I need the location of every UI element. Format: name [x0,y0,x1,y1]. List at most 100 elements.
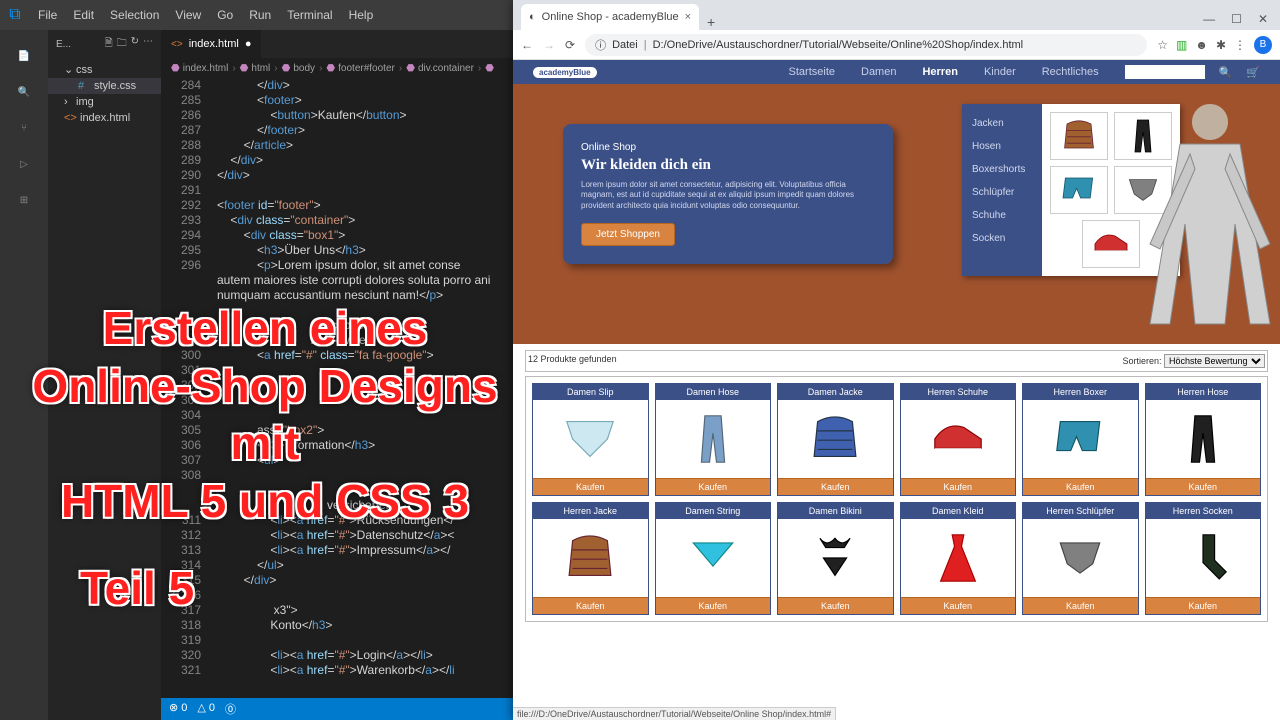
explorer-sidebar: E... 🗎 🗀 ↻ ⋯ ⌄css#style.css›img<>index.h… [48,30,161,720]
menu-icon[interactable]: ⋮ [1234,38,1246,52]
product-title: Herren Socken [1146,503,1261,519]
product-card: Herren Schuhe Kaufen [900,383,1017,496]
file-style.css[interactable]: #style.css [48,78,161,94]
hero-kicker: Online Shop [581,142,875,153]
close-tab-icon[interactable]: × [685,11,691,23]
menu-view[interactable]: View [167,8,209,22]
buy-button[interactable]: Kaufen [1146,478,1261,495]
nav-forward-icon[interactable]: → [543,38,555,52]
category-jacken[interactable]: Jacken [962,112,1042,135]
product-image [1146,400,1261,478]
menu-help[interactable]: Help [341,8,382,22]
more-icon[interactable]: ⋯ [143,36,153,53]
brand-logo[interactable]: academyBlue [533,67,597,78]
category-schlüpfer[interactable]: Schlüpfer [962,181,1042,204]
webpage: academyBlue Startseite Damen Herren Kinder R… [513,60,1280,720]
vscode-logo-icon: ⧉ [0,6,30,24]
product-card: Damen Jacke Kaufen [777,383,894,496]
tab-label: index.html [189,38,239,50]
minimize-icon[interactable]: — [1203,12,1215,26]
buy-button[interactable]: Kaufen [533,478,648,495]
product-image [901,400,1016,478]
product-image [656,400,771,478]
product-title: Herren Schlüpfer [1023,503,1138,519]
nav-rechtliches[interactable]: Rechtliches [1042,66,1099,78]
maximize-icon[interactable]: ☐ [1231,12,1242,26]
buy-button[interactable]: Kaufen [656,478,771,495]
globe-icon: ◐ [529,11,536,23]
thumb-boxer[interactable] [1050,166,1108,214]
refresh-icon[interactable]: ↻ [131,36,139,53]
new-file-icon[interactable]: 🗎 [105,36,113,53]
search-input[interactable] [1125,65,1205,79]
product-image [533,519,648,597]
browser-status-text: file:///D:/OneDrive/Austauschordner/Tuto… [513,707,836,720]
star-icon[interactable]: ☆ [1157,38,1168,52]
product-card: Herren Schlüpfer Kaufen [1022,502,1139,615]
buy-button[interactable]: Kaufen [778,478,893,495]
dirty-indicator-icon: ● [245,38,252,50]
product-image [1023,519,1138,597]
extensions-icon[interactable]: ✱ [1216,38,1226,52]
html-file-icon: <> [171,39,183,50]
search-icon[interactable]: 🔍 [12,80,36,104]
nav-back-icon[interactable]: ← [521,38,533,52]
product-title: Herren Boxer [1023,384,1138,400]
menu-selection[interactable]: Selection [102,8,167,22]
nav-herren[interactable]: Herren [922,66,957,78]
shop-now-button[interactable]: Jetzt Shoppen [581,223,675,246]
buy-button[interactable]: Kaufen [1023,478,1138,495]
address-bar[interactable]: ⓘ Datei | D:/OneDrive/Austauschordner/Tu… [585,34,1147,56]
search-icon[interactable]: 🔍 [1219,66,1233,79]
new-folder-icon[interactable]: 🗀 [117,36,127,53]
buy-button[interactable]: Kaufen [901,478,1016,495]
nav-damen[interactable]: Damen [861,66,896,78]
run-icon[interactable]: ▷ [12,152,36,176]
profile-avatar[interactable]: B [1254,36,1272,54]
close-window-icon[interactable]: ✕ [1258,12,1268,26]
reload-icon[interactable]: ⟳ [565,38,575,52]
menu-edit[interactable]: Edit [65,8,102,22]
browser-tab[interactable]: ◐ Online Shop - academyBlue × [521,4,699,30]
cart-icon[interactable]: 🛒 [1246,66,1260,79]
buy-button[interactable]: Kaufen [901,597,1016,614]
folder-css[interactable]: ⌄css [48,61,161,78]
sort-select[interactable]: Höchste Bewertung [1164,354,1265,368]
menu-run[interactable]: Run [241,8,279,22]
nav-kinder[interactable]: Kinder [984,66,1016,78]
product-title: Damen Jacke [778,384,893,400]
buy-button[interactable]: Kaufen [656,597,771,614]
activity-bar: 📄 🔍 ⑂ ▷ ⊞ [0,30,48,720]
site-nav: academyBlue Startseite Damen Herren Kinder R… [513,60,1280,84]
product-card: Herren Socken Kaufen [1145,502,1262,615]
buy-button[interactable]: Kaufen [1023,597,1138,614]
menu-go[interactable]: Go [209,8,241,22]
thumb-puffer-brown[interactable] [1050,112,1108,160]
buy-button[interactable]: Kaufen [778,597,893,614]
source-control-icon[interactable]: ⑂ [12,116,36,140]
new-tab-button[interactable]: + [699,14,723,30]
buy-button[interactable]: Kaufen [1146,597,1261,614]
product-card: Herren Jacke Kaufen [532,502,649,615]
category-hosen[interactable]: Hosen [962,135,1042,158]
extensions-icon[interactable]: ⊞ [12,188,36,212]
hero-card: Online Shop Wir kleiden dich ein Lorem i… [563,124,893,264]
ext1-icon[interactable]: ▥ [1176,38,1187,52]
product-card: Damen Hose Kaufen [655,383,772,496]
product-image [778,519,893,597]
product-grid: Damen Slip Kaufen Damen Hose Kaufen Dame… [525,376,1268,622]
ext2-icon[interactable]: ☻ [1195,38,1208,52]
category-boxershorts[interactable]: Boxershorts [962,158,1042,181]
nav-startseite[interactable]: Startseite [789,66,835,78]
folder-img[interactable]: ›img [48,94,161,110]
product-title: Herren Jacke [533,503,648,519]
explorer-icon[interactable]: 📄 [12,44,36,68]
menu-terminal[interactable]: Terminal [279,8,340,22]
category-schuhe[interactable]: Schuhe [962,204,1042,227]
category-socken[interactable]: Socken [962,227,1042,250]
file-index.html[interactable]: <>index.html [48,110,161,126]
menu-file[interactable]: File [30,8,65,22]
product-image [901,519,1016,597]
editor-tab-index-html[interactable]: <> index.html ● [161,30,262,58]
buy-button[interactable]: Kaufen [533,597,648,614]
